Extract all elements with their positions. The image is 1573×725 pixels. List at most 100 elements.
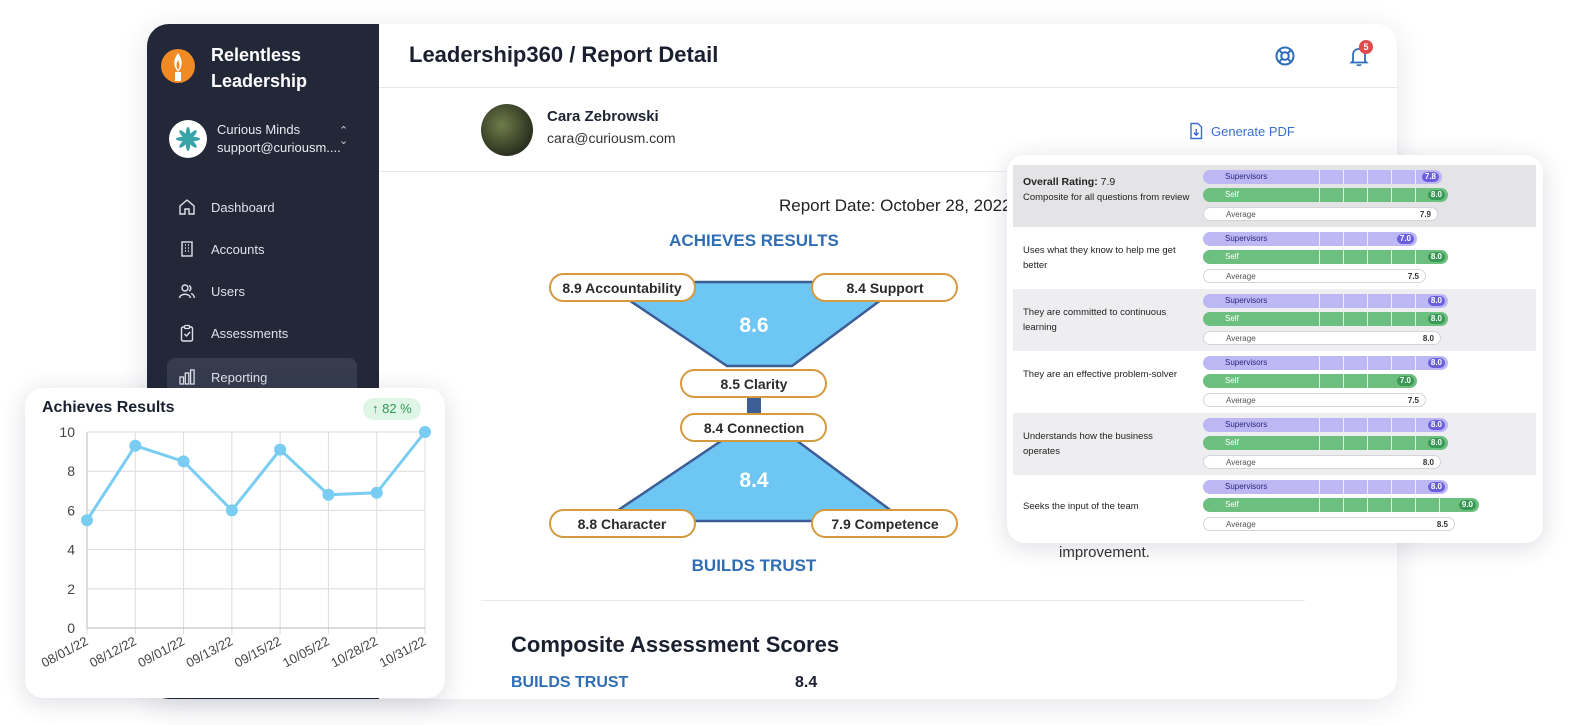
rating-row: Overall Rating: 7.9 Composite for all que… bbox=[1013, 165, 1536, 227]
self-score-bar: Self 7.0 bbox=[1203, 374, 1417, 388]
bar-segment bbox=[1391, 188, 1392, 202]
bar-segment bbox=[1343, 356, 1344, 370]
data-point bbox=[419, 426, 431, 438]
support-label: 8.4 Support bbox=[846, 280, 923, 296]
avg-value: 7.5 bbox=[1407, 272, 1419, 281]
sidebar-item-users[interactable]: Users bbox=[167, 272, 357, 310]
generate-pdf-button[interactable]: Generate PDF bbox=[1187, 122, 1295, 140]
building-icon bbox=[177, 239, 197, 259]
bar-segment bbox=[1343, 374, 1344, 388]
bar-segment bbox=[1343, 436, 1344, 450]
bar-segment bbox=[1391, 356, 1392, 370]
x-tick-label: 10/31/22 bbox=[377, 633, 429, 670]
bar-segment bbox=[1415, 436, 1416, 450]
bar-segment bbox=[1367, 188, 1368, 202]
bar-segment bbox=[1367, 250, 1368, 264]
avg-value: 8.5 bbox=[1436, 520, 1448, 529]
achieves-results-score: 8.6 bbox=[739, 314, 768, 337]
x-tick-label: 09/15/22 bbox=[232, 633, 284, 670]
avg-score-bar: Average 8.0 bbox=[1203, 331, 1441, 345]
chevron-up-down-icon[interactable]: ⌃ ⌄ bbox=[339, 126, 348, 147]
bar-segment bbox=[1367, 170, 1368, 184]
bar-segment bbox=[1343, 498, 1344, 512]
avg-value: 7.5 bbox=[1407, 396, 1419, 405]
data-point bbox=[225, 504, 238, 517]
pill-clarity: 8.5 Clarity bbox=[680, 369, 827, 398]
brand-name[interactable]: Relentless Leadership bbox=[211, 42, 307, 94]
y-tick-label: 8 bbox=[67, 463, 75, 479]
bar-segment bbox=[1415, 356, 1416, 370]
competence-label: 7.9 Competence bbox=[831, 516, 939, 532]
sidebar-item-dashboard[interactable]: Dashboard bbox=[167, 188, 357, 226]
sup-label: Supervisors bbox=[1225, 234, 1268, 243]
rating-row: They are an effective problem-solver Supe… bbox=[1013, 351, 1536, 413]
sup-label: Supervisors bbox=[1225, 172, 1268, 181]
top-bar: Leadership360 / Report Detail 5 bbox=[379, 24, 1397, 88]
bar-segment bbox=[1391, 312, 1392, 326]
sidebar-item-assessments[interactable]: Assessments bbox=[167, 314, 357, 352]
y-tick-label: 4 bbox=[67, 542, 75, 558]
bar-segment bbox=[1319, 498, 1320, 512]
self-label: Self bbox=[1225, 252, 1239, 261]
self-score-bar: Self 8.0 bbox=[1203, 436, 1448, 450]
bar-segment bbox=[1415, 170, 1416, 184]
rating-question: Overall Rating: 7.9 Composite for all que… bbox=[1023, 175, 1191, 205]
pill-accountability: 8.9 Accountability bbox=[549, 273, 696, 302]
screenshot-stage: Relentless Leadership Curious Minds supp… bbox=[0, 0, 1573, 725]
y-tick-label: 0 bbox=[67, 620, 75, 636]
overall-rating-label: Overall Rating: bbox=[1023, 176, 1098, 188]
user-avatar bbox=[481, 104, 533, 156]
bar-segment bbox=[1367, 232, 1368, 246]
org-avatar bbox=[169, 120, 207, 158]
rating-question: Understands how the business operates bbox=[1023, 431, 1153, 457]
report-date: Report Date: October 28, 2022 bbox=[779, 196, 1012, 215]
bar-segment bbox=[1391, 250, 1392, 264]
achieves-results-trend-card: Achieves Results ↑ 82 % 0 2 4 6 8 10 08/01/22 0… bbox=[25, 388, 445, 698]
bar-segment bbox=[1343, 170, 1344, 184]
user-email: cara@curiousm.com bbox=[547, 130, 676, 146]
bar-segment bbox=[1367, 374, 1368, 388]
x-tick-label: 09/01/22 bbox=[135, 633, 187, 670]
bar-segment bbox=[1343, 480, 1344, 494]
bar-segment bbox=[1367, 356, 1368, 370]
pill-support: 8.4 Support bbox=[811, 273, 958, 302]
bar-segment bbox=[1343, 312, 1344, 326]
rating-row: Seeks the input of the team Supervisors 8.… bbox=[1013, 475, 1536, 537]
sup-value: 8.0 bbox=[1427, 482, 1445, 492]
rating-row: Understands how the business operates Sup… bbox=[1013, 413, 1536, 475]
sidebar-item-label: Users bbox=[211, 283, 245, 299]
rating-row: Uses what they know to help me get bette… bbox=[1013, 227, 1536, 289]
bar-segment bbox=[1415, 188, 1416, 202]
bar-segment bbox=[1319, 418, 1320, 432]
builds-trust-row-label: BUILDS TRUST bbox=[511, 674, 629, 691]
clarity-label: 8.5 Clarity bbox=[721, 376, 788, 392]
data-point bbox=[129, 439, 142, 452]
bar-segment bbox=[1391, 480, 1392, 494]
bar-segment bbox=[1319, 232, 1320, 246]
pill-character: 8.8 Character bbox=[549, 509, 696, 538]
trend-line-chart: 0 2 4 6 8 10 08/01/2208/12/2209/01/2209/13/220… bbox=[39, 424, 431, 670]
sup-value: 7.8 bbox=[1421, 172, 1439, 182]
pill-connection: 8.4 Connection bbox=[680, 413, 827, 442]
data-point bbox=[370, 486, 383, 499]
bar-chart-icon bbox=[177, 367, 197, 387]
connection-label: 8.4 Connection bbox=[704, 420, 804, 436]
avg-score-bar: Average 7.9 bbox=[1203, 207, 1438, 221]
bar-segment bbox=[1343, 188, 1344, 202]
avg-value: 8.0 bbox=[1422, 334, 1434, 343]
download-file-icon bbox=[1190, 122, 1203, 140]
sidebar-item-accounts[interactable]: Accounts bbox=[167, 230, 357, 268]
self-score-bar: Self 9.0 bbox=[1203, 498, 1479, 512]
avg-label: Average bbox=[1226, 458, 1256, 467]
org-switcher[interactable]: Curious Minds support@curiousm.... ⌃ ⌄ bbox=[169, 120, 359, 160]
self-value: 9.0 bbox=[1458, 500, 1476, 510]
bar-segment bbox=[1343, 418, 1344, 432]
leadership-hourglass-diagram: ACHIEVES RESULTS 8.6 8.4 8.9 Accountabil… bbox=[549, 231, 958, 575]
flower-logo-icon bbox=[176, 127, 200, 151]
bar-segment bbox=[1367, 480, 1368, 494]
self-label: Self bbox=[1225, 314, 1239, 323]
sup-value: 8.0 bbox=[1427, 420, 1445, 430]
lifebuoy-help-icon[interactable] bbox=[1273, 44, 1297, 68]
section-divider bbox=[481, 600, 1305, 601]
bar-segment bbox=[1319, 294, 1320, 308]
